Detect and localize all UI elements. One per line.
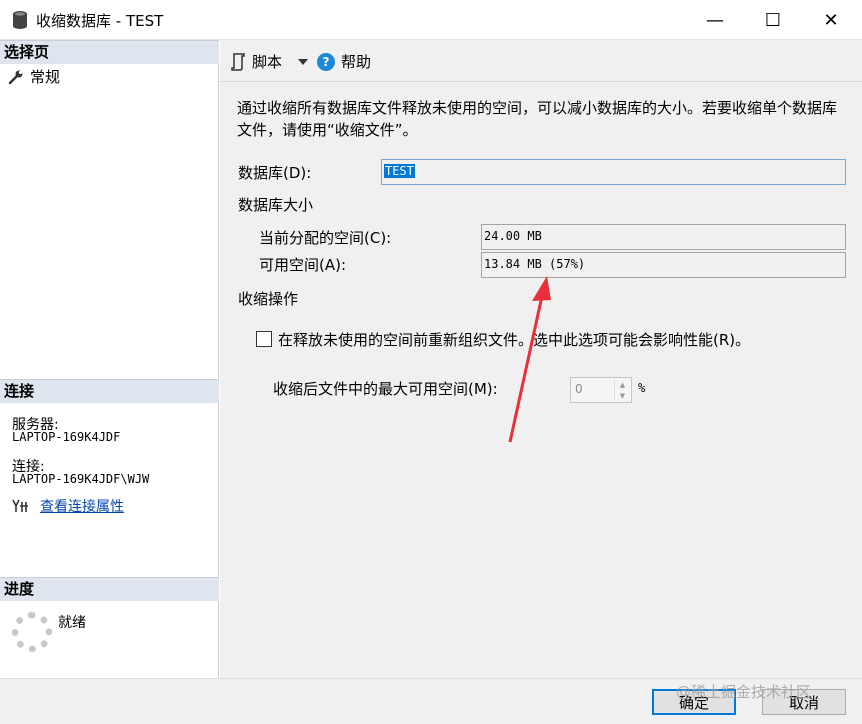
help-label: 帮助: [341, 53, 372, 71]
database-icon: [13, 11, 27, 29]
maximize-button[interactable]: ☐: [744, 0, 802, 40]
description-text: 通过收缩所有数据库文件释放未使用的空间，可以减小数据库的大小。若要收缩单个数据库…: [237, 99, 838, 139]
select-page-header: 选择页: [0, 40, 219, 64]
db-size-heading: 数据库大小: [238, 196, 314, 214]
progress-status: 就绪: [58, 615, 86, 631]
max-free-stepper[interactable]: 0 ▲ ▼: [570, 377, 632, 403]
main-panel: 脚本 ? 帮助 通过收缩所有数据库文件释放未使用的空间，可以减小数据库的大小。若…: [220, 40, 862, 678]
view-properties-row[interactable]: 查看连接属性: [12, 496, 124, 516]
close-button[interactable]: ✕: [802, 0, 860, 40]
database-label: 数据库(D):: [238, 164, 312, 182]
reorganize-checkbox-label[interactable]: 在释放未使用的空间前重新组织文件。选中此选项可能会影响性能(R)。: [278, 329, 750, 350]
available-label: 可用空间(A):: [259, 256, 347, 274]
server-value: LAPTOP-169K4JDF: [12, 430, 121, 444]
available-field: 13.84 MB (57%): [481, 252, 846, 278]
percent-unit: %: [638, 381, 646, 395]
connection-header: 连接: [0, 379, 219, 403]
minimize-button[interactable]: —: [686, 0, 744, 40]
left-panel: 选择页 常规 连接 服务器: LAPTOP-169K4JDF 连接: LAPTO…: [0, 40, 219, 678]
progress-header: 进度: [0, 577, 219, 601]
max-free-label: 收缩后文件中的最大可用空间(M):: [273, 380, 498, 398]
stepper-up-icon[interactable]: ▲: [614, 379, 630, 390]
connection-value: LAPTOP-169K4JDF\WJW: [12, 472, 150, 486]
reorganize-checkbox[interactable]: [256, 331, 272, 347]
stepper-down-icon[interactable]: ▼: [614, 390, 630, 401]
progress-spinner-icon: [12, 612, 52, 652]
toolbar: 脚本 ? 帮助: [220, 40, 862, 82]
nav-item-label: 常规: [30, 68, 61, 86]
allocated-field: 24.00 MB: [481, 224, 846, 250]
database-value: TEST: [384, 164, 415, 178]
script-button[interactable]: 脚本: [230, 51, 309, 72]
watermark: @稀土掘金技术社区: [676, 683, 812, 701]
nav-item-general[interactable]: 常规: [8, 66, 60, 87]
max-free-value: 0: [575, 382, 583, 396]
wrench-icon: [8, 70, 23, 84]
help-icon: ?: [317, 52, 335, 71]
script-icon: [231, 52, 245, 71]
view-connection-properties-link[interactable]: 查看连接属性: [40, 496, 124, 516]
script-label: 脚本: [252, 53, 283, 71]
title-bar: 收缩数据库 - TEST — ☐ ✕: [0, 0, 862, 40]
shrink-ops-heading: 收缩操作: [238, 290, 299, 308]
chevron-down-icon[interactable]: [298, 58, 309, 66]
window-title: 收缩数据库 - TEST: [36, 12, 164, 30]
connection-plug-icon: [12, 499, 28, 512]
allocated-label: 当前分配的空间(C):: [259, 229, 392, 247]
footer: 确定 取消 @稀土掘金技术社区: [0, 678, 862, 724]
database-field[interactable]: TEST: [381, 159, 846, 185]
help-button[interactable]: ? 帮助: [317, 51, 371, 72]
